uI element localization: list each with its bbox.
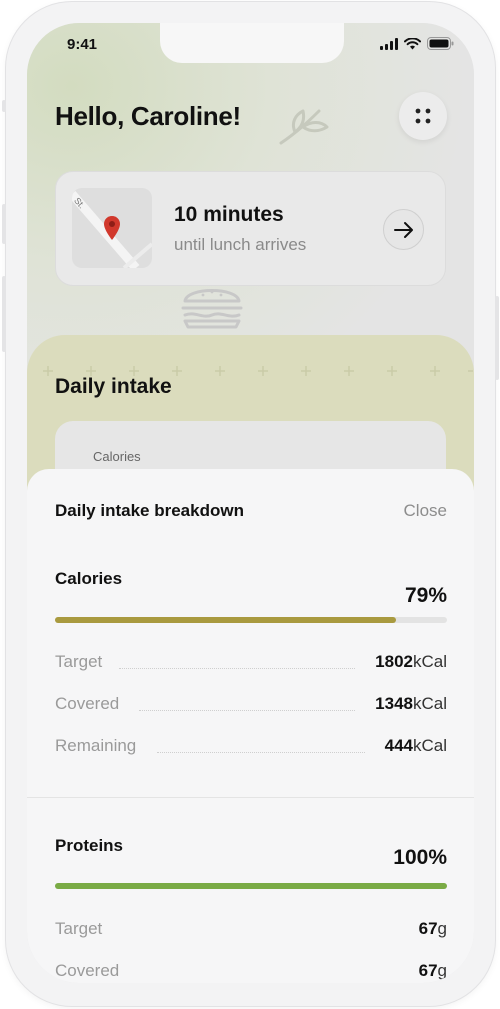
row-label: Target [55,919,109,939]
row-value: 1348kCal [369,694,447,714]
list-item-covered: Covered 1348kCal [55,694,447,718]
close-button[interactable]: Close [404,501,447,521]
cellular-signal-icon [380,37,398,50]
section-divider [27,797,474,798]
menu-button[interactable] [399,92,447,140]
list-item-remaining: Remaining 444kCal [55,736,447,760]
map-pin-icon [104,216,120,240]
progress-fill-proteins [55,883,447,889]
row-label: Covered [55,961,126,981]
power-button [495,296,499,380]
row-label: Remaining [55,736,143,756]
delivery-card[interactable]: St. 10 minutes until lunch arrives [55,171,446,286]
row-value: 1802kCal [369,652,447,672]
section-percent-calories: 79% [404,584,447,607]
status-icons [380,37,454,50]
grid-dots-icon [415,108,431,124]
list-item-covered: Covered 67g [55,961,447,983]
daily-intake-title: Daily intake [55,375,172,398]
row-label: Target [55,652,109,672]
row-value: 67g [412,919,447,939]
map-thumbnail: St. [72,188,152,268]
battery-icon [427,37,454,50]
row-value: 444kCal [378,736,447,756]
sheet-title: Daily intake breakdown [55,501,244,520]
section-percent-proteins: 100% [393,846,447,869]
dotted-leader [157,752,365,753]
progress-fill-calories [55,617,397,623]
greeting-heading: Hello, Caroline! [55,101,241,131]
side-button [2,100,6,112]
progress-track-calories [55,617,447,623]
progress-track-proteins [55,883,447,889]
screen: 9:41 Hello, Caroline! St. 10 minutes unt… [27,23,474,983]
section-title-proteins: Proteins [55,836,124,855]
volume-up-button [2,204,6,244]
list-item-target: Target 67g [55,919,447,943]
intake-breakdown-sheet: Daily intake breakdown Close Calories 79… [27,469,474,983]
delivery-subtitle: until lunch arrives [174,235,307,254]
notch [160,23,344,63]
list-item-target: Target 1802kCal [55,652,447,676]
wifi-icon [404,37,421,49]
delivery-details-button[interactable] [383,209,424,250]
delivery-eta: 10 minutes [174,203,284,226]
status-time: 9:41 [67,36,98,53]
calories-card-label: Calories [93,449,141,464]
section-title-calories: Calories [55,569,123,588]
burger-icon [181,289,243,329]
row-value: 67g [412,961,447,981]
volume-down-button [2,276,6,352]
dotted-leader [139,710,355,711]
row-label: Covered [55,694,126,714]
arrow-right-icon [393,221,413,238]
dotted-leader [119,668,355,669]
leaf-icon [279,109,329,145]
